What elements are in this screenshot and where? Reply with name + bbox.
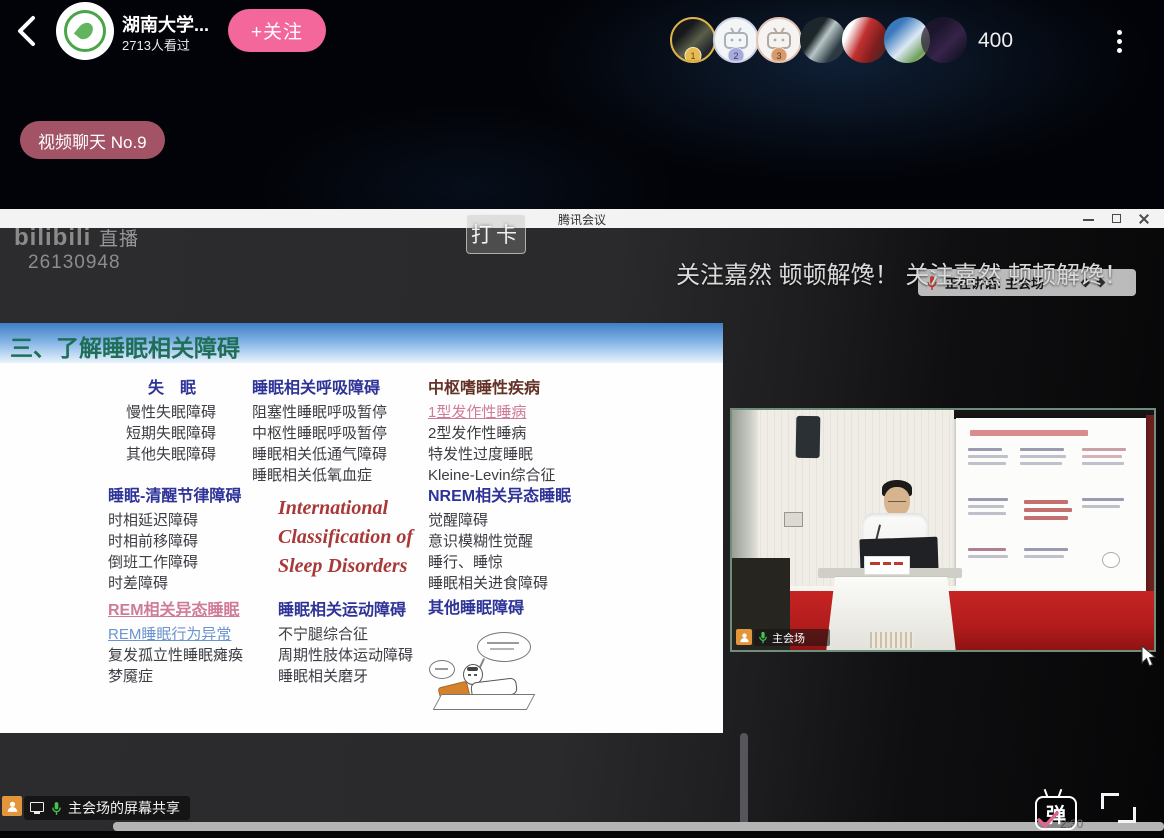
room-id: 26130948 (28, 252, 121, 274)
host-icon (736, 629, 752, 645)
fullscreen-button[interactable] (1101, 793, 1137, 823)
slide-group-rem: REM相关异态睡眠 REM睡眠行为异常 复发孤立性睡眠瘫痪 梦魇症 (108, 600, 243, 687)
wall-speaker (796, 416, 821, 458)
viewer-avatar-rank2[interactable]: 2 (713, 17, 759, 63)
kebab-icon (1117, 30, 1122, 35)
mouse-cursor (1141, 645, 1158, 669)
sleepless-cartoon (437, 632, 547, 714)
feed-label: 主会场 (772, 630, 805, 646)
seek-bar[interactable] (113, 822, 1164, 831)
slide-group-insomnia: 失 眠 慢性失眠障碍 短期失眠障碍 其他失眠障碍 (126, 378, 216, 465)
feed-label-bar: 主会场 (754, 629, 830, 646)
projection-screen (956, 418, 1146, 596)
presenter-face (884, 487, 910, 516)
host-share-icon (2, 796, 22, 816)
viewer-avatar-rank1[interactable]: 1 (670, 17, 716, 63)
podium-name-card (864, 556, 910, 575)
mic-on-icon (758, 631, 768, 644)
follow-button[interactable]: +关注 (228, 9, 326, 52)
monitor-icon (30, 801, 46, 816)
channel-title: 湖南大学... (122, 11, 209, 37)
speech-bubble-small (429, 660, 455, 679)
danmaku-toggle-button[interactable]: 弹 (1033, 789, 1077, 829)
bottom-strip (0, 831, 1164, 838)
person-icon (6, 800, 19, 813)
slide-title: 三、了解睡眠相关障碍 (10, 329, 240, 363)
slide-group-breathing: 睡眠相关呼吸障碍 阻塞性睡眠呼吸暂停 中枢性睡眠呼吸暂停 睡眠相关低通气障碍 睡… (252, 378, 387, 486)
cartoon-bed (433, 694, 536, 710)
viewer-count: 2713人看过 (122, 35, 190, 54)
live-stream-screen: 湖南大学... 2713人看过 +关注 1 2 3 400 视频聊天 No.9 (0, 0, 1164, 838)
minimize-icon (1083, 219, 1094, 221)
viewer-avatar[interactable] (921, 17, 967, 63)
podium-ridges (870, 632, 914, 648)
window-title: 腾讯会议 (0, 211, 1164, 228)
checkin-button[interactable]: 打卡 (466, 214, 526, 254)
slide-group-hypersomnia: 中枢嗜睡性疾病 1型发作性睡病 2型发作性睡病 特发性过度睡眠 Kleine-L… (428, 378, 556, 486)
rank1-badge: 1 (685, 47, 702, 63)
chevron-left-icon (12, 14, 42, 48)
slide-group-nrem: NREM相关异态睡眠 觉醒障碍 意识模糊性觉醒 睡行、睡惊 睡眠相关进食障碍 (428, 486, 571, 594)
close-button[interactable] (1137, 212, 1151, 225)
back-button[interactable] (12, 14, 42, 48)
person-icon (739, 632, 750, 643)
viewer-avatar-rank3[interactable]: 3 (756, 17, 802, 63)
maximize-button[interactable] (1110, 212, 1124, 225)
meeting-titlebar: 腾讯会议 (0, 209, 1164, 228)
online-count: 400 (978, 29, 1013, 53)
viewer-avatar[interactable] (842, 17, 888, 63)
bilibili-watermark: bilibili 直播 (14, 224, 139, 252)
wall-fixture (784, 512, 803, 527)
danmaku-check-icon (1037, 811, 1059, 829)
rank2-badge: 2 (728, 47, 745, 63)
camera-feed-main-venue: 主会场 (730, 408, 1156, 652)
danmaku-comment: 关注嘉然 顿顿解馋！ 关注嘉然 顿顿解馋！ (676, 255, 1128, 290)
bilibili-logo: bilibili (14, 224, 91, 251)
rank3-badge: 3 (771, 47, 788, 63)
slide-header-band: 三、了解睡眠相关障碍 (0, 323, 723, 363)
shared-screen-scrollbar[interactable] (740, 733, 748, 829)
fullscreen-icon (1101, 793, 1119, 809)
speech-bubble (477, 632, 531, 662)
share-label: 主会场的屏幕共享 (68, 798, 180, 818)
slide-group-circadian: 睡眠-清醒节律障碍 时相延迟障碍 时相前移障碍 倒班工作障碍 时差障碍 (108, 486, 241, 594)
viewer-avatar[interactable] (800, 17, 846, 63)
slide-group-other: 其他睡眠障碍 (428, 598, 524, 622)
minimize-button[interactable] (1082, 212, 1096, 225)
stage-side-panel (1146, 415, 1154, 599)
room-type-badge[interactable]: 视频聊天 No.9 (20, 121, 165, 159)
slide-group-movement: 睡眠相关运动障碍 不宁腿综合征 周期性肢体运动障碍 睡眠相关磨牙 (278, 600, 413, 687)
more-menu-button[interactable] (1117, 26, 1122, 57)
mic-on-icon (51, 801, 62, 816)
streamer-avatar[interactable] (56, 2, 114, 60)
screen-share-status-bar: 主会场的屏幕共享 (24, 796, 190, 820)
streamer-logo-icon (64, 10, 106, 52)
maximize-icon (1112, 214, 1121, 223)
